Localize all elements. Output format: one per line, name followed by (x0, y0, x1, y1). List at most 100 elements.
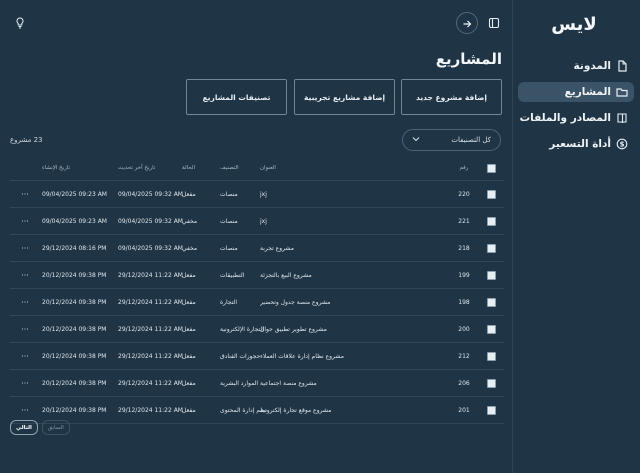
cell-created: 29/12/2024 08:16 PM (42, 235, 122, 261)
table-row[interactable]: 200مشروع تطوير تطبيق جوالالتجارة الإلكتر… (10, 316, 504, 343)
checkbox-box (487, 298, 496, 307)
cell-classification: منصات (220, 208, 300, 234)
cell-created: 20/12/2024 09:38 PM (42, 316, 122, 342)
row-checkbox[interactable] (486, 235, 496, 261)
header-updated[interactable]: تاريخ آخر تحديث (118, 156, 198, 180)
checkbox-box (487, 164, 496, 173)
checkbox-box (487, 406, 496, 415)
filter-value: كل التصنيفات (451, 136, 491, 144)
prev-page-button[interactable]: السابق (42, 420, 70, 435)
sidebar-toggle-button[interactable] (483, 13, 505, 33)
cell-id: 218 (446, 235, 482, 261)
add-project-button[interactable]: إضافة مشروع جديد (401, 79, 502, 115)
lightbulb-icon (15, 14, 25, 33)
table-body: 220jxjمنصاتمفعل09/04/2025 09:32 AM09/04/… (10, 181, 504, 424)
select-all-checkbox[interactable] (486, 156, 496, 180)
row-checkbox[interactable] (486, 343, 496, 369)
cell-classification: نظم إدارة المحتوى (220, 397, 300, 423)
cell-id: 221 (446, 208, 482, 234)
project-count: 23 مشروع (10, 136, 43, 144)
cell-updated: 29/12/2024 11:22 AM (118, 289, 198, 315)
table-header: رقم العنوان التصنيف الحالة تاريخ آخر تحد… (10, 156, 504, 181)
table-row[interactable]: 206مشروع منصة اجتماعيةالموارد البشريةمفع… (10, 370, 504, 397)
row-actions-button[interactable]: ··· (14, 262, 36, 288)
row-actions-button[interactable]: ··· (14, 343, 36, 369)
row-actions-button[interactable]: ··· (14, 370, 36, 396)
cell-updated: 09/04/2025 09:32 AM (118, 181, 198, 207)
row-actions-button[interactable]: ··· (14, 181, 36, 207)
cell-created: 09/04/2025 09:23 AM (42, 181, 122, 207)
checkbox-box (487, 352, 496, 361)
header-id[interactable]: رقم (446, 156, 482, 180)
cell-updated: 09/04/2025 09:32 AM (118, 208, 198, 234)
brand-logo[interactable]: لايس (548, 5, 600, 39)
row-actions-button[interactable]: ··· (14, 208, 36, 234)
sidebar-toggle-icon (488, 14, 500, 33)
sidebar-item-label: المشاريع (565, 86, 611, 98)
back-button[interactable] (456, 12, 478, 34)
cell-classification: التجارة (220, 289, 300, 315)
row-checkbox[interactable] (486, 208, 496, 234)
sidebar-item-label: المصادر والملفات (520, 112, 611, 124)
table-row[interactable]: 198مشروع منصة جدول وتحضيرالتجارةمفعل29/1… (10, 289, 504, 316)
category-filter-select[interactable]: كل التصنيفات (402, 129, 501, 151)
cell-classification: التطبيقات (220, 262, 300, 288)
page-title: المشاريع (436, 50, 502, 68)
cell-id: 212 (446, 343, 482, 369)
chevron-down-icon (412, 136, 420, 144)
cell-classification: الموارد البشرية (220, 370, 300, 396)
book-icon (616, 112, 628, 124)
sidebar-item-pricing[interactable]: $ أداة التسعير (518, 134, 634, 154)
cell-id: 201 (446, 397, 482, 423)
cell-updated: 29/12/2024 11:22 AM (118, 370, 198, 396)
row-checkbox[interactable] (486, 262, 496, 288)
header-classification[interactable]: التصنيف (220, 156, 300, 180)
cell-updated: 09/04/2025 09:32 AM (118, 235, 198, 261)
cell-classification: منصات (220, 181, 300, 207)
table-row[interactable]: 201مشروع موقع تجارة إلكترونيةنظم إدارة ا… (10, 397, 504, 424)
checkbox-box (487, 271, 496, 280)
pagination: التالي السابق (10, 420, 70, 435)
cell-created: 09/04/2025 09:23 AM (42, 208, 122, 234)
table-row[interactable]: 218مشروع تجربةمنصاتمخفي09/04/2025 09:32 … (10, 235, 504, 262)
checkbox-box (487, 325, 496, 334)
row-actions-button[interactable]: ··· (14, 235, 36, 261)
cell-classification: منصات (220, 235, 300, 261)
table-row[interactable]: 220jxjمنصاتمفعل09/04/2025 09:32 AM09/04/… (10, 181, 504, 208)
cell-created: 20/12/2024 09:38 PM (42, 262, 122, 288)
row-actions-button[interactable]: ··· (14, 289, 36, 315)
sidebar: لايس المدونة المشاريع المصادر والملفات $… (512, 0, 640, 473)
header-created[interactable]: تاريخ الإنشاء (42, 156, 122, 180)
row-checkbox[interactable] (486, 289, 496, 315)
project-categories-button[interactable]: تصنيفات المشاريع (186, 79, 287, 115)
svg-text:لايس: لايس (551, 14, 597, 35)
sidebar-item-resources[interactable]: المصادر والملفات (518, 108, 634, 128)
sidebar-item-label: المدونة (574, 60, 611, 72)
sidebar-item-projects[interactable]: المشاريع (518, 82, 634, 102)
row-actions-button[interactable]: ··· (14, 316, 36, 342)
cell-id: 198 (446, 289, 482, 315)
next-page-button[interactable]: التالي (10, 420, 38, 435)
checkbox-box (487, 190, 496, 199)
sidebar-item-label: أداة التسعير (549, 138, 611, 150)
checkbox-box (487, 217, 496, 226)
folder-icon (616, 86, 628, 98)
dollar-circle-icon: $ (616, 138, 628, 150)
theme-toggle-button[interactable] (9, 13, 31, 33)
cell-id: 200 (446, 316, 482, 342)
cell-updated: 29/12/2024 11:22 AM (118, 262, 198, 288)
cell-updated: 29/12/2024 11:22 AM (118, 343, 198, 369)
sidebar-item-blog[interactable]: المدونة (518, 56, 634, 76)
add-demo-projects-button[interactable]: إضافة مشاريع تجريبية (294, 79, 395, 115)
cell-id: 220 (446, 181, 482, 207)
row-checkbox[interactable] (486, 397, 496, 423)
table-row[interactable]: 221jxjمنصاتمخفي09/04/2025 09:32 AM09/04/… (10, 208, 504, 235)
cell-id: 206 (446, 370, 482, 396)
cell-created: 20/12/2024 09:38 PM (42, 370, 122, 396)
row-checkbox[interactable] (486, 370, 496, 396)
row-checkbox[interactable] (486, 316, 496, 342)
table-row[interactable]: 212مشروع نظام إدارة علاقات العملاءحجوزات… (10, 343, 504, 370)
table-row[interactable]: 199مشروع البيع بالتجزئةالتطبيقاتمفعل29/1… (10, 262, 504, 289)
row-checkbox[interactable] (486, 181, 496, 207)
projects-table: رقم العنوان التصنيف الحالة تاريخ آخر تحد… (10, 156, 504, 424)
